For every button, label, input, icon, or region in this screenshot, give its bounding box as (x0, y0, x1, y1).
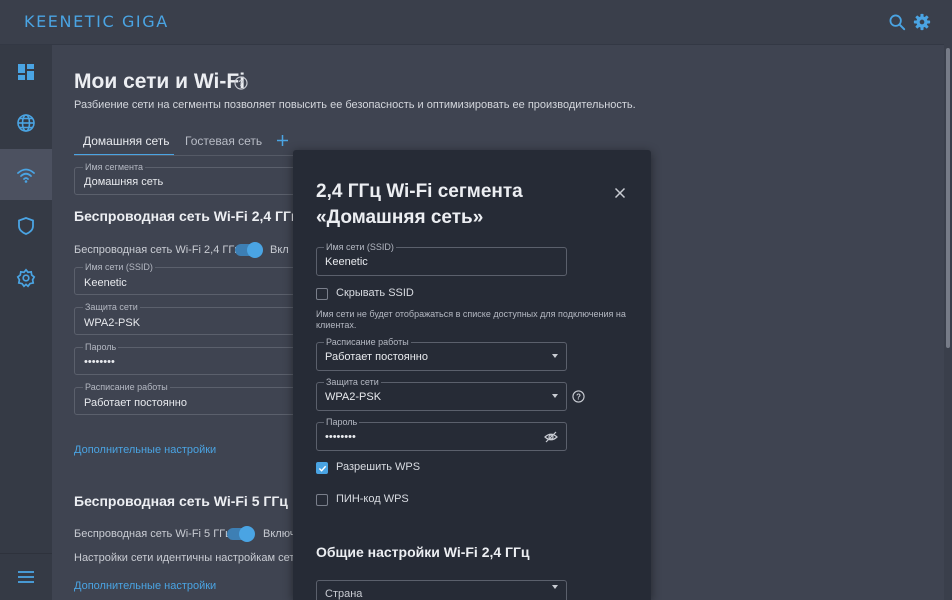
sidebar-item-security[interactable] (0, 200, 52, 251)
security-value: WPA2-PSK (325, 391, 382, 403)
tab-home-network[interactable]: Домашняя сеть (83, 134, 169, 148)
country-select[interactable]: Страна (316, 580, 567, 600)
globe-icon (17, 113, 35, 132)
sidebar-item-wifi[interactable] (0, 149, 52, 200)
password-value: •••••••• (325, 431, 356, 443)
search-icon[interactable] (888, 13, 906, 31)
add-segment-icon[interactable] (276, 134, 289, 147)
menu-icon (18, 571, 34, 583)
chevron-down-icon (552, 394, 558, 398)
wifi24-password-label: Пароль (83, 342, 119, 353)
password-input[interactable]: Пароль •••••••• (316, 417, 567, 451)
general-settings-title: Общие настройки Wi-Fi 2,4 ГГц (316, 544, 530, 560)
wifi24-toggle-label: Беспроводная сеть Wi-Fi 2,4 ГГц (74, 244, 241, 256)
schedule-label: Расписание работы (324, 337, 411, 348)
gear-icon[interactable] (913, 13, 931, 31)
gear-icon (16, 267, 36, 287)
close-icon[interactable] (613, 186, 627, 200)
wifi5-identical-note: Настройки сети идентичны настройкам сети… (74, 552, 310, 564)
hide-ssid-label: Скрывать SSID (336, 287, 414, 299)
wifi24-ssid-field[interactable]: Имя сети (SSID) Keenetic (74, 262, 314, 295)
scrollbar-thumb[interactable] (946, 48, 950, 348)
wifi24-security-value: WPA2-PSK (84, 317, 141, 329)
ssid-value: Keenetic (325, 256, 368, 268)
chevron-down-icon (552, 585, 558, 589)
sidebar-item-internet[interactable] (0, 97, 52, 148)
hide-ssid-checkbox[interactable] (316, 288, 328, 300)
wifi24-schedule-label: Расписание работы (83, 382, 170, 393)
segment-name-value: Домашняя сеть (84, 176, 164, 188)
schedule-value: Работает постоянно (325, 351, 428, 363)
wifi24-ssid-label: Имя сети (SSID) (83, 262, 155, 273)
chevron-down-icon (552, 354, 558, 358)
segment-name-field[interactable]: Имя сегмента Домашняя сеть (74, 162, 314, 195)
wifi24-schedule-value: Работает постоянно (84, 397, 187, 409)
page-description: Разбиение сети на сегменты позволяет пов… (74, 99, 636, 111)
security-label: Защита сети (324, 377, 381, 388)
page-title: Мои сети и Wi-Fi (74, 70, 246, 93)
svg-text:?: ? (238, 78, 243, 88)
hide-ssid-hint: Имя сети не будет отображаться в списке … (316, 309, 626, 330)
wifi24-password-value: •••••••• (84, 356, 115, 368)
dashboard-icon (18, 63, 34, 80)
sidebar-menu-toggle[interactable] (0, 554, 52, 600)
password-label: Пароль (324, 417, 360, 428)
toggle-knob (247, 242, 263, 258)
page-scrollbar[interactable] (944, 0, 952, 600)
wifi24-toggle[interactable] (235, 242, 263, 258)
help-icon[interactable]: ? (234, 76, 248, 90)
toggle-knob (239, 526, 255, 542)
wifi5-toggle[interactable] (227, 526, 255, 542)
wps-pin-checkbox[interactable] (316, 494, 328, 506)
wifi24-schedule-field[interactable]: Расписание работы Работает постоянно (74, 382, 314, 415)
wifi24-ssid-value: Keenetic (84, 277, 127, 289)
tabs-divider (74, 155, 314, 156)
wifi24-advanced-link[interactable]: Дополнительные настройки (74, 444, 216, 456)
wps-pin-label: ПИН-код WPS (336, 493, 409, 505)
wifi24-section-title: Беспроводная сеть Wi-Fi 2,4 ГГц (74, 208, 300, 224)
country-label: Страна (325, 588, 363, 600)
security-select[interactable]: Защита сети WPA2-PSK (316, 377, 567, 411)
wifi5-section-title: Беспроводная сеть Wi-Fi 5 ГГц (74, 493, 288, 509)
help-icon[interactable]: ? (572, 390, 585, 403)
wifi24-toggle-state: Вкл (270, 244, 289, 256)
dialog-title: 2,4 ГГц Wi-Fi сегмента «Домашняя сеть» (316, 181, 523, 228)
segment-name-label: Имя сегмента (83, 162, 146, 173)
wifi24-security-field[interactable]: Защита сети WPA2-PSK (74, 302, 314, 335)
allow-wps-label: Разрешить WPS (336, 461, 421, 473)
ssid-input[interactable]: Имя сети (SSID) Keenetic (316, 242, 567, 276)
wifi24-settings-dialog: 2,4 ГГц Wi-Fi сегмента «Домашняя сеть» И… (293, 150, 651, 600)
wifi-icon (17, 168, 35, 183)
shield-icon (18, 216, 34, 235)
wifi24-security-label: Защита сети (83, 302, 140, 313)
eye-slash-icon[interactable] (544, 430, 558, 444)
svg-text:?: ? (576, 392, 581, 401)
schedule-select[interactable]: Расписание работы Работает постоянно (316, 337, 567, 371)
checkmark-icon (318, 465, 327, 472)
tab-guest-network[interactable]: Гостевая сеть (185, 134, 262, 148)
top-header: KEENETIC GIGA (0, 0, 944, 45)
wifi5-toggle-state: Включ (263, 528, 296, 540)
brand-logo[interactable]: KEENETIC GIGA (24, 12, 169, 31)
wifi5-toggle-label: Беспроводная сеть Wi-Fi 5 ГГц (74, 528, 232, 540)
sidebar (0, 45, 52, 600)
allow-wps-checkbox[interactable] (316, 462, 328, 474)
ssid-label: Имя сети (SSID) (324, 242, 396, 253)
wifi24-password-field[interactable]: Пароль •••••••• (74, 342, 314, 375)
wifi5-advanced-link[interactable]: Дополнительные настройки (74, 580, 216, 592)
sidebar-item-settings[interactable] (0, 252, 52, 303)
sidebar-item-dashboard[interactable] (0, 46, 52, 97)
